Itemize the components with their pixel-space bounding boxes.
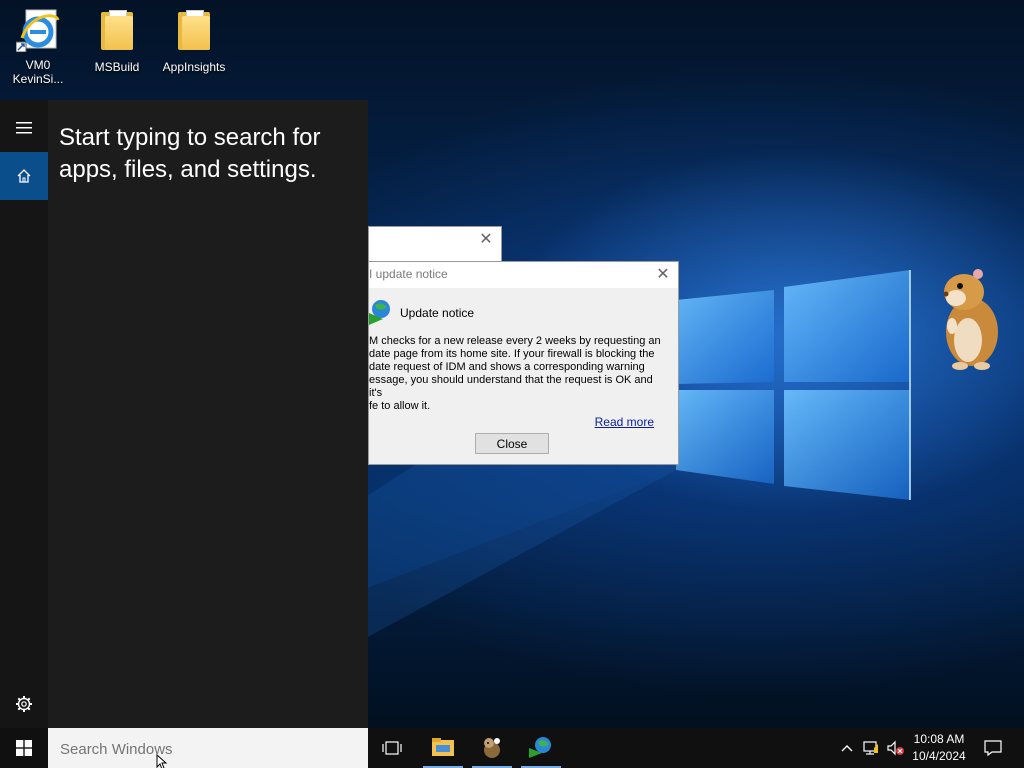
windows-start-icon <box>16 740 32 756</box>
home-button[interactable] <box>0 152 48 200</box>
dialog-title-bar[interactable]: I update notice <box>369 262 678 288</box>
action-center-icon <box>984 740 1002 756</box>
hamburger-menu-icon <box>16 122 32 134</box>
settings-button[interactable] <box>0 680 48 728</box>
start-search-panel: Start typing to search for apps, files, … <box>0 100 368 728</box>
desktop-icon-label: MSBuild <box>94 60 140 74</box>
idm-globe-icon <box>369 300 390 325</box>
start-rail <box>0 100 48 728</box>
taskbar-idm[interactable] <box>521 728 561 768</box>
network-status[interactable] <box>860 728 882 768</box>
close-icon[interactable]: ✕ <box>477 231 495 249</box>
update-heading: Update notice <box>400 306 475 320</box>
hamster-app-icon <box>484 738 500 758</box>
clock-date: 10/4/2024 <box>912 749 966 763</box>
dialog-body: Update notice M checks for a new release… <box>369 289 678 464</box>
close-button[interactable]: Close <box>475 433 549 454</box>
volume-status[interactable] <box>884 728 906 768</box>
volume-muted-icon <box>887 740 904 756</box>
clock-time: 10:08 AM <box>913 732 965 746</box>
desktop-icon-appinsights[interactable]: AppInsights <box>156 8 232 74</box>
gear-icon <box>16 696 32 712</box>
taskbar-clock[interactable]: 10:08 AM 10/4/2024 <box>904 731 974 765</box>
read-more-link[interactable]: Read more <box>595 415 654 429</box>
task-view-icon <box>382 741 402 755</box>
home-icon <box>17 169 31 183</box>
dialog-title: I update notice <box>369 267 448 281</box>
taskbar-file-explorer[interactable] <box>423 728 463 768</box>
network-icon <box>863 741 878 755</box>
close-icon[interactable]: ✕ <box>654 266 672 284</box>
mouse-cursor-icon <box>156 754 168 768</box>
chevron-up-icon <box>841 745 853 752</box>
hamster-desktop-pet-icon[interactable] <box>938 262 1006 370</box>
task-view-button[interactable] <box>376 728 408 768</box>
desktop-icon-vm0[interactable]: VM0 KevinSi... <box>0 8 76 86</box>
desktop-icon-label: AppInsights <box>162 60 226 74</box>
update-description: M checks for a new release every 2 weeks… <box>369 335 661 412</box>
folder-icon <box>172 10 216 54</box>
taskbar-hamster-app[interactable] <box>472 728 512 768</box>
update-notice-dialog: I update notice ✕ Update notice M checks… <box>368 261 679 465</box>
search-results-area: Start typing to search for apps, files, … <box>48 100 368 728</box>
folder-icon <box>95 10 139 54</box>
show-hidden-icons-button[interactable] <box>838 728 856 768</box>
desktop-icon-label: KevinSi... <box>12 72 64 86</box>
expand-menu-button[interactable] <box>0 104 48 152</box>
taskbar: 10:08 AM 10/4/2024 <box>0 728 1024 768</box>
action-center-button[interactable] <box>978 728 1008 768</box>
background-dialog: ✕ <box>368 226 502 266</box>
taskbar-search-box[interactable] <box>48 728 368 768</box>
file-explorer-icon <box>432 738 454 756</box>
start-button[interactable] <box>0 728 48 768</box>
idm-icon <box>529 737 551 758</box>
desktop-icon-msbuild[interactable]: MSBuild <box>79 8 155 74</box>
search-input[interactable] <box>60 738 350 760</box>
search-hint-text: Start typing to search for apps, files, … <box>59 124 321 183</box>
internet-explorer-icon <box>15 8 60 53</box>
desktop-icon-label: VM0 <box>25 58 51 72</box>
